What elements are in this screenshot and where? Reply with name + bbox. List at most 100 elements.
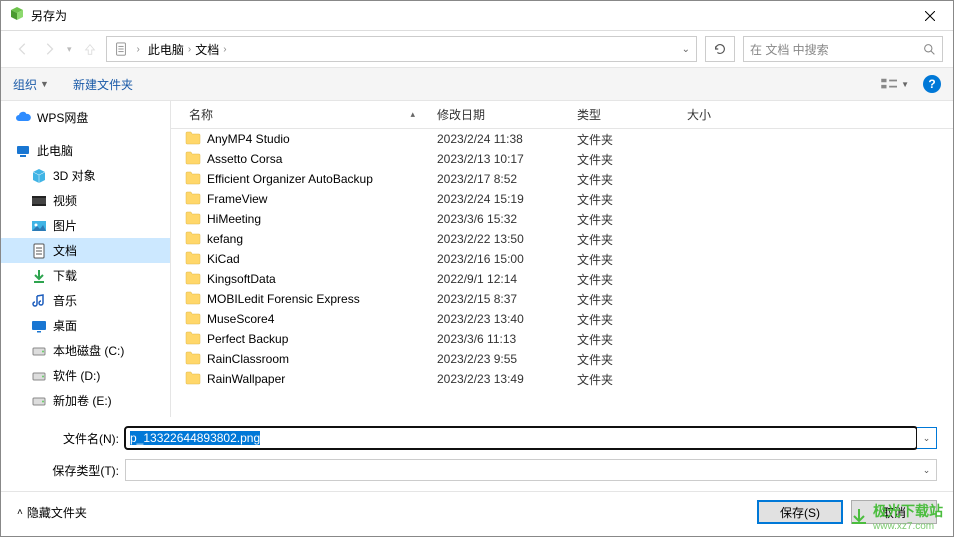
file-date: 2023/2/22 13:50	[429, 232, 569, 246]
sidebar-item-label: 文档	[53, 242, 77, 259]
filetype-dropdown-button[interactable]: ⌄	[917, 459, 937, 481]
file-date: 2023/2/24 11:38	[429, 132, 569, 146]
folder-icon	[185, 271, 201, 288]
column-date[interactable]: 修改日期	[429, 106, 569, 123]
address-bar[interactable]: › 此电脑 › 文档 › ⌄	[106, 36, 697, 62]
back-button[interactable]	[11, 37, 35, 61]
help-icon[interactable]: ?	[923, 75, 941, 93]
folder-icon	[185, 251, 201, 268]
footer: ˄ 隐藏文件夹 保存(S) 取消	[1, 491, 953, 536]
sidebar-item[interactable]: 本地磁盘 (C:)	[1, 338, 170, 363]
sidebar-item-label: 视频	[53, 192, 77, 209]
file-name: AnyMP4 Studio	[207, 132, 290, 146]
up-button[interactable]	[78, 37, 102, 61]
cloud-icon	[15, 110, 31, 126]
filename-row: 文件名(N): ⌄	[17, 427, 937, 449]
column-type[interactable]: 类型	[569, 106, 679, 123]
new-folder-button[interactable]: 新建文件夹	[73, 76, 133, 93]
disk-icon	[31, 393, 47, 409]
forward-button[interactable]	[37, 37, 61, 61]
sidebar-item[interactable]: 软件 (D:)	[1, 363, 170, 388]
file-type: 文件夹	[569, 251, 679, 268]
cube-icon	[31, 168, 47, 184]
file-list[interactable]: AnyMP4 Studio2023/2/24 11:38文件夹Assetto C…	[171, 129, 953, 417]
cancel-button[interactable]: 取消	[851, 500, 937, 524]
file-type: 文件夹	[569, 311, 679, 328]
file-type: 文件夹	[569, 291, 679, 308]
refresh-button[interactable]	[705, 36, 735, 62]
main-area: WPS网盘此电脑 3D 对象视频图片文档下载音乐桌面本地磁盘 (C:)软件 (D:…	[1, 101, 953, 417]
file-type: 文件夹	[569, 171, 679, 188]
filetype-row: 保存类型(T): ⌄	[17, 459, 937, 481]
sidebar-item-label: 图片	[53, 217, 77, 234]
file-type: 文件夹	[569, 151, 679, 168]
sidebar-item[interactable]: 文档	[1, 238, 170, 263]
sidebar: WPS网盘此电脑 3D 对象视频图片文档下载音乐桌面本地磁盘 (C:)软件 (D:…	[1, 101, 171, 417]
file-type: 文件夹	[569, 351, 679, 368]
filename-label: 文件名(N):	[17, 430, 125, 447]
sidebar-item-label: WPS网盘	[37, 109, 88, 126]
file-row[interactable]: FrameView2023/2/24 15:19文件夹	[171, 189, 953, 209]
file-row[interactable]: Assetto Corsa2023/2/13 10:17文件夹	[171, 149, 953, 169]
column-name[interactable]: 名称 ▴	[181, 106, 429, 123]
recent-dropdown-icon[interactable]: ▾	[67, 44, 72, 55]
file-name: Efficient Organizer AutoBackup	[207, 172, 373, 186]
chevron-right-icon: ›	[188, 44, 191, 55]
breadcrumb-item[interactable]: 此电脑	[148, 41, 184, 58]
file-type: 文件夹	[569, 231, 679, 248]
file-date: 2023/2/13 10:17	[429, 152, 569, 166]
file-name: HiMeeting	[207, 212, 261, 226]
file-date: 2023/2/23 9:55	[429, 352, 569, 366]
folder-icon	[185, 191, 201, 208]
filename-dropdown-button[interactable]: ⌄	[917, 427, 937, 449]
chevron-down-icon[interactable]: ⌄	[682, 44, 690, 55]
close-button[interactable]	[907, 1, 953, 31]
sidebar-item[interactable]: 桌面	[1, 313, 170, 338]
search-input[interactable]: 在 文档 中搜索	[743, 36, 943, 62]
navbar: ▾ › 此电脑 › 文档 › ⌄ 在 文档 中搜索	[1, 31, 953, 67]
file-type: 文件夹	[569, 211, 679, 228]
column-size[interactable]: 大小	[679, 106, 759, 123]
search-icon	[923, 43, 936, 56]
file-name: FrameView	[207, 192, 267, 206]
file-row[interactable]: KiCad2023/2/16 15:00文件夹	[171, 249, 953, 269]
file-row[interactable]: RainClassroom 2023/2/23 9:55文件夹	[171, 349, 953, 369]
file-row[interactable]: HiMeeting2023/3/6 15:32文件夹	[171, 209, 953, 229]
file-date: 2023/3/6 11:13	[429, 332, 569, 346]
file-row[interactable]: MOBILedit Forensic Express2023/2/15 8:37…	[171, 289, 953, 309]
save-button[interactable]: 保存(S)	[757, 500, 843, 524]
file-date: 2023/2/23 13:49	[429, 372, 569, 386]
filetype-select[interactable]	[125, 459, 917, 481]
desktop-icon	[31, 318, 47, 334]
organize-menu[interactable]: 组织 ▼	[13, 76, 49, 93]
disk-icon	[31, 368, 47, 384]
file-row[interactable]: Perfect Backup2023/3/6 11:13文件夹	[171, 329, 953, 349]
sidebar-item[interactable]: WPS网盘	[1, 105, 170, 130]
file-name: Perfect Backup	[207, 332, 288, 346]
sidebar-item[interactable]: 3D 对象	[1, 163, 170, 188]
file-row[interactable]: MuseScore42023/2/23 13:40文件夹	[171, 309, 953, 329]
sidebar-item[interactable]: 视频	[1, 188, 170, 213]
sidebar-item[interactable]: 音乐	[1, 288, 170, 313]
file-row[interactable]: KingsoftData2022/9/1 12:14文件夹	[171, 269, 953, 289]
sidebar-item-label: 此电脑	[37, 142, 73, 159]
filename-input[interactable]	[125, 427, 917, 449]
file-type: 文件夹	[569, 131, 679, 148]
sidebar-item[interactable]: 新加卷 (E:)	[1, 388, 170, 413]
folder-icon	[185, 131, 201, 148]
video-icon	[31, 193, 47, 209]
file-name: RainClassroom	[207, 352, 289, 366]
file-row[interactable]: AnyMP4 Studio 2023/2/24 11:38文件夹	[171, 129, 953, 149]
hide-folders-toggle[interactable]: ˄ 隐藏文件夹	[17, 504, 87, 521]
sidebar-item[interactable]: 图片	[1, 213, 170, 238]
sidebar-item[interactable]: 此电脑	[1, 138, 170, 163]
file-date: 2023/2/16 15:00	[429, 252, 569, 266]
sort-indicator-icon: ▴	[410, 109, 415, 120]
file-row[interactable]: Efficient Organizer AutoBackup2023/2/17 …	[171, 169, 953, 189]
sidebar-item[interactable]: 下载	[1, 263, 170, 288]
breadcrumb-item[interactable]: 文档	[195, 41, 219, 58]
file-row[interactable]: RainWallpaper2023/2/23 13:49文件夹	[171, 369, 953, 389]
file-row[interactable]: kefang2023/2/22 13:50文件夹	[171, 229, 953, 249]
view-options-button[interactable]: ▼	[881, 77, 909, 91]
folder-icon	[185, 231, 201, 248]
